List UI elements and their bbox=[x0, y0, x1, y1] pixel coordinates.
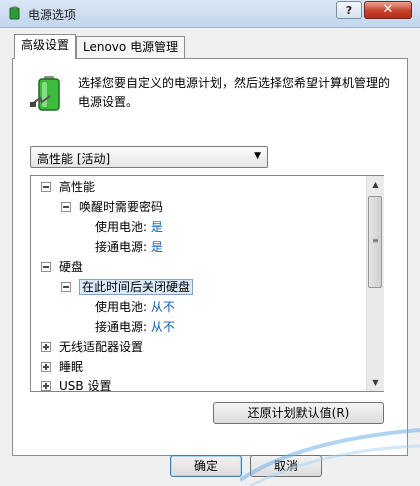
tree-node-wireless-adapter[interactable]: 无线适配器设置 bbox=[41, 338, 143, 356]
ok-button[interactable]: 确定 bbox=[170, 455, 242, 477]
setting-value[interactable]: 是 bbox=[151, 220, 163, 234]
setting-value[interactable]: 从不 bbox=[151, 320, 175, 334]
setting-label: 使用电池: bbox=[95, 300, 148, 314]
expand-icon[interactable] bbox=[41, 341, 51, 352]
tree-scrollbar[interactable]: ▲ ≡ ▼ bbox=[366, 176, 384, 391]
tree-node-hard-disk[interactable]: 硬盘 bbox=[41, 258, 83, 276]
tree-node-label: USB 设置 bbox=[59, 379, 112, 392]
tab-advanced-settings[interactable]: 高级设置 bbox=[14, 34, 77, 59]
power-plan-select[interactable]: 高性能 [活动] ▼ bbox=[30, 146, 268, 168]
tree-node-label: 唤醒时需要密码 bbox=[79, 200, 164, 214]
tree-node-label: 硬盘 bbox=[59, 260, 84, 274]
collapse-icon[interactable] bbox=[61, 281, 71, 292]
battery-icon bbox=[30, 76, 60, 111]
setting-label: 接通电源: bbox=[95, 320, 148, 334]
scroll-up-arrow-icon[interactable]: ▲ bbox=[367, 176, 384, 193]
power-options-icon bbox=[9, 6, 20, 20]
collapse-icon[interactable] bbox=[61, 201, 71, 212]
scroll-down-arrow-icon[interactable]: ▼ bbox=[367, 374, 384, 391]
title-bar: 电源选项 ? ✕ bbox=[0, 0, 420, 28]
tree-node-label: 无线适配器设置 bbox=[59, 340, 144, 354]
plan-description: 选择您要自定义的电源计划，然后选择您希望计算机管理的电源设置。 bbox=[78, 76, 391, 109]
collapse-icon[interactable] bbox=[41, 181, 51, 192]
tree-node-label: 高性能 bbox=[59, 180, 96, 194]
settings-tree[interactable]: 高性能 唤醒时需要密码 使用电池: 是 接通电源: 是 硬盘 在此时间后关闭硬盘… bbox=[30, 175, 384, 392]
tree-node-label: 睡眠 bbox=[59, 360, 84, 374]
tree-node-turn-off-disk-after[interactable]: 在此时间后关闭硬盘 bbox=[61, 278, 194, 296]
expand-icon[interactable] bbox=[41, 380, 51, 391]
setting-value[interactable]: 从不 bbox=[151, 300, 175, 314]
scrollbar-thumb[interactable]: ≡ bbox=[368, 196, 382, 288]
collapse-icon[interactable] bbox=[41, 261, 51, 272]
tree-node-disk-battery[interactable]: 使用电池: 从不 bbox=[95, 298, 175, 316]
power-plan-select-value: 高性能 [活动] bbox=[37, 152, 111, 166]
window-title: 电源选项 bbox=[28, 8, 77, 22]
tree-node-password-ac[interactable]: 接通电源: 是 bbox=[95, 238, 163, 256]
setting-label: 使用电池: bbox=[95, 220, 148, 234]
watermark-logo bbox=[240, 428, 420, 486]
tree-node-password-on-wake[interactable]: 唤醒时需要密码 bbox=[61, 198, 163, 216]
tab-lenovo-power-management[interactable]: Lenovo 电源管理 bbox=[76, 36, 186, 58]
close-button[interactable]: ✕ bbox=[364, 1, 412, 19]
help-button[interactable]: ? bbox=[336, 1, 362, 19]
chevron-down-icon: ▼ bbox=[254, 151, 261, 161]
tree-node-sleep[interactable]: 睡眠 bbox=[41, 358, 83, 376]
tree-node-label-selected: 在此时间后关闭硬盘 bbox=[79, 279, 194, 295]
grip-icon: ≡ bbox=[372, 236, 379, 245]
expand-icon[interactable] bbox=[41, 361, 51, 372]
tree-node-disk-ac[interactable]: 接通电源: 从不 bbox=[95, 318, 175, 336]
tree-node-password-battery[interactable]: 使用电池: 是 bbox=[95, 218, 163, 236]
tree-node-high-performance[interactable]: 高性能 bbox=[41, 178, 95, 196]
setting-label: 接通电源: bbox=[95, 240, 148, 254]
setting-value[interactable]: 是 bbox=[151, 240, 163, 254]
tree-node-usb-settings[interactable]: USB 设置 bbox=[41, 377, 112, 392]
